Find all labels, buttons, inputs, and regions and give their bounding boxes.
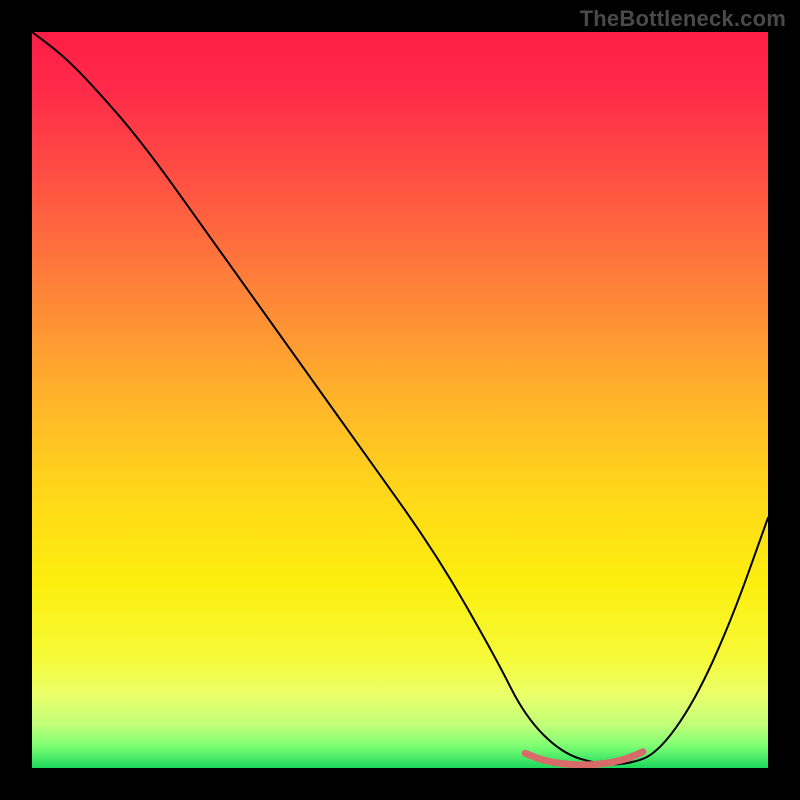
bottleneck-curve xyxy=(32,32,768,764)
plot-area xyxy=(32,32,768,768)
chart-lines xyxy=(32,32,768,768)
watermark-text: TheBottleneck.com xyxy=(580,6,786,32)
chart-frame: TheBottleneck.com xyxy=(0,0,800,800)
